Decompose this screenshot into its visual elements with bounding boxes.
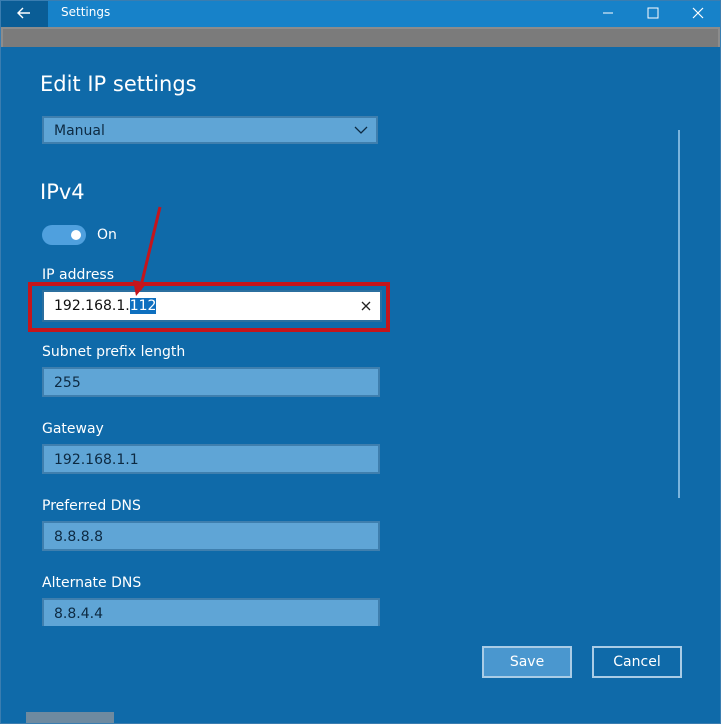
cancel-button[interactable]: Cancel [592,646,682,678]
chevron-down-icon [354,126,368,134]
ip-address-label: IP address [42,267,115,283]
preferred-dns-input[interactable]: 8.8.8.8 [42,521,380,551]
alternate-dns-value: 8.8.4.4 [54,606,103,622]
back-arrow-icon [17,7,30,19]
page-title: Edit IP settings [40,72,197,96]
maximize-icon [647,7,659,19]
subnet-input[interactable]: 255 [42,367,380,397]
ipv4-toggle[interactable] [42,225,86,245]
ip-mode-selected: Manual [54,123,105,139]
gateway-label: Gateway [42,421,104,437]
window-title: Settings [61,5,111,19]
close-window-button[interactable] [675,0,721,27]
toolbar-strip [0,27,721,47]
ip-address-prefix: 192.168.1. [54,298,130,314]
taskbar-fragment [26,712,114,724]
scroll-clip [2,626,719,640]
ip-address-input[interactable]: 192.168.1.112 [42,290,382,322]
maximize-button[interactable] [630,0,676,27]
save-button[interactable]: Save [482,646,572,678]
bottom-area [0,682,721,724]
ip-address-selected-text: 112 [129,298,157,314]
gateway-value: 192.168.1.1 [54,452,139,468]
subnet-label: Subnet prefix length [42,344,186,360]
minimize-icon [603,12,613,14]
ip-mode-dropdown[interactable]: Manual [42,116,378,144]
close-icon [692,7,704,19]
minimize-button[interactable] [585,0,631,27]
preferred-dns-label: Preferred DNS [42,498,141,514]
preferred-dns-value: 8.8.8.8 [54,529,103,545]
back-button[interactable] [0,0,48,27]
scrollbar[interactable] [678,130,680,498]
ipv4-section-title: IPv4 [40,180,85,204]
toggle-knob [71,230,81,240]
alternate-dns-label: Alternate DNS [42,575,142,591]
subnet-value: 255 [54,375,81,391]
gateway-input[interactable]: 192.168.1.1 [42,444,380,474]
alternate-dns-input[interactable]: 8.8.4.4 [42,598,380,628]
title-bar: Settings [0,0,721,27]
clear-x-icon[interactable] [360,300,372,312]
ipv4-toggle-label: On [97,227,117,243]
ip-address-value: 192.168.1.112 [54,298,157,314]
